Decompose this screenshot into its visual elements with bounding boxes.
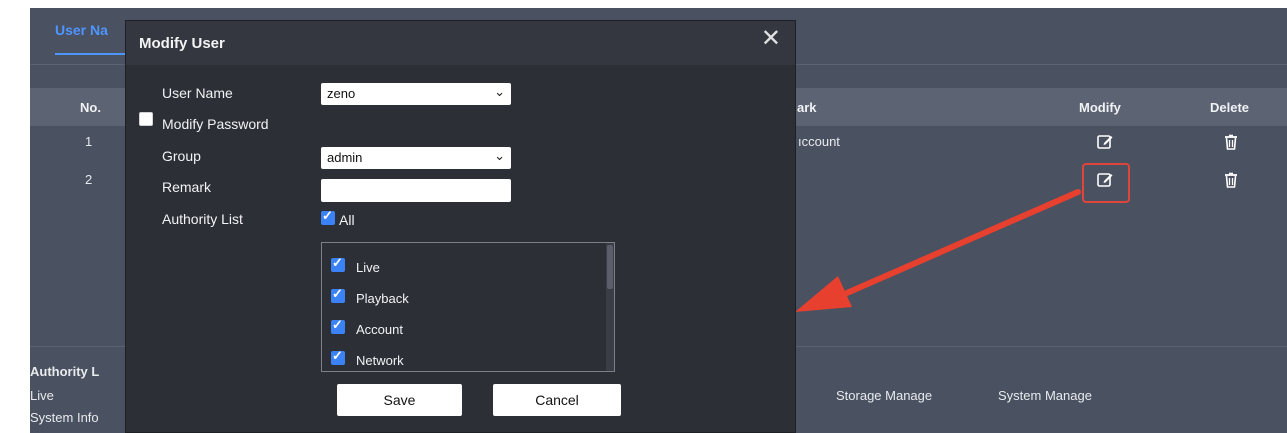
authority-item-label: Network [356, 353, 404, 368]
authority-list-title: Authority L [30, 364, 100, 379]
all-checkbox[interactable] [321, 208, 335, 225]
list-item[interactable]: Network [322, 348, 614, 371]
listbox-scrollbar[interactable] [606, 243, 614, 371]
group-value: admin [327, 150, 363, 165]
list-item[interactable]: Live [322, 255, 614, 287]
list-item[interactable]: Playback [322, 286, 614, 318]
authority-item-label: Account [356, 322, 403, 337]
column-header-delete: Delete [1210, 100, 1250, 115]
authority-item-system-manage: System Manage [998, 388, 1092, 403]
authority-item-label: Playback [356, 291, 409, 306]
dialog-title: Modify User [139, 35, 225, 52]
authority-checkbox[interactable] [331, 286, 345, 303]
modify-password-label: Modify Password [162, 116, 269, 132]
scroll-thumb[interactable] [607, 245, 613, 289]
authority-item-system-info: System Info [30, 410, 99, 425]
authority-checkbox[interactable] [331, 317, 345, 334]
trash-icon[interactable] [1222, 171, 1240, 189]
column-header-remark: ark [797, 100, 817, 115]
dialog-header: Modify User ✕ [126, 21, 795, 65]
authority-item-live: Live [30, 388, 54, 403]
close-icon[interactable]: ✕ [761, 27, 781, 51]
column-header-modify: Modify [1079, 100, 1121, 115]
all-label: All [339, 212, 355, 228]
authority-checkbox[interactable] [331, 255, 345, 272]
user-name-value: zeno [327, 86, 356, 101]
remark-label: Remark [162, 179, 212, 195]
modify-user-dialog: Modify User ✕ User Name zeno ⌄ Modify Pa… [125, 20, 796, 433]
row-number: 2 [85, 172, 93, 187]
user-name-select[interactable]: zeno ⌄ [321, 83, 511, 105]
cancel-button[interactable]: Cancel [493, 384, 621, 416]
row-number: 1 [85, 134, 93, 149]
column-header-no: No. [80, 100, 101, 115]
authority-list-label: Authority List [162, 211, 243, 227]
edit-icon[interactable] [1096, 133, 1114, 151]
chevron-down-icon: ⌄ [494, 84, 505, 99]
user-name-label: User Name [162, 85, 233, 101]
tab-user-name[interactable]: User Na [55, 22, 108, 38]
group-select[interactable]: admin ⌄ [321, 147, 511, 169]
authority-item-storage-manage: Storage Manage [836, 388, 933, 403]
edit-button-highlight [1082, 163, 1130, 203]
authority-item-label: Live [356, 260, 380, 275]
list-item[interactable]: Account [322, 317, 614, 349]
trash-icon[interactable] [1222, 133, 1240, 151]
group-label: Group [162, 148, 201, 164]
remark-input[interactable] [321, 179, 511, 202]
authority-listbox[interactable]: Live Playback Account Network [321, 242, 615, 372]
modify-password-checkbox[interactable] [139, 112, 153, 126]
chevron-down-icon: ⌄ [494, 148, 505, 163]
authority-checkbox[interactable] [331, 348, 345, 365]
save-button[interactable]: Save [337, 384, 462, 416]
row-remark: ıccount [798, 134, 840, 149]
